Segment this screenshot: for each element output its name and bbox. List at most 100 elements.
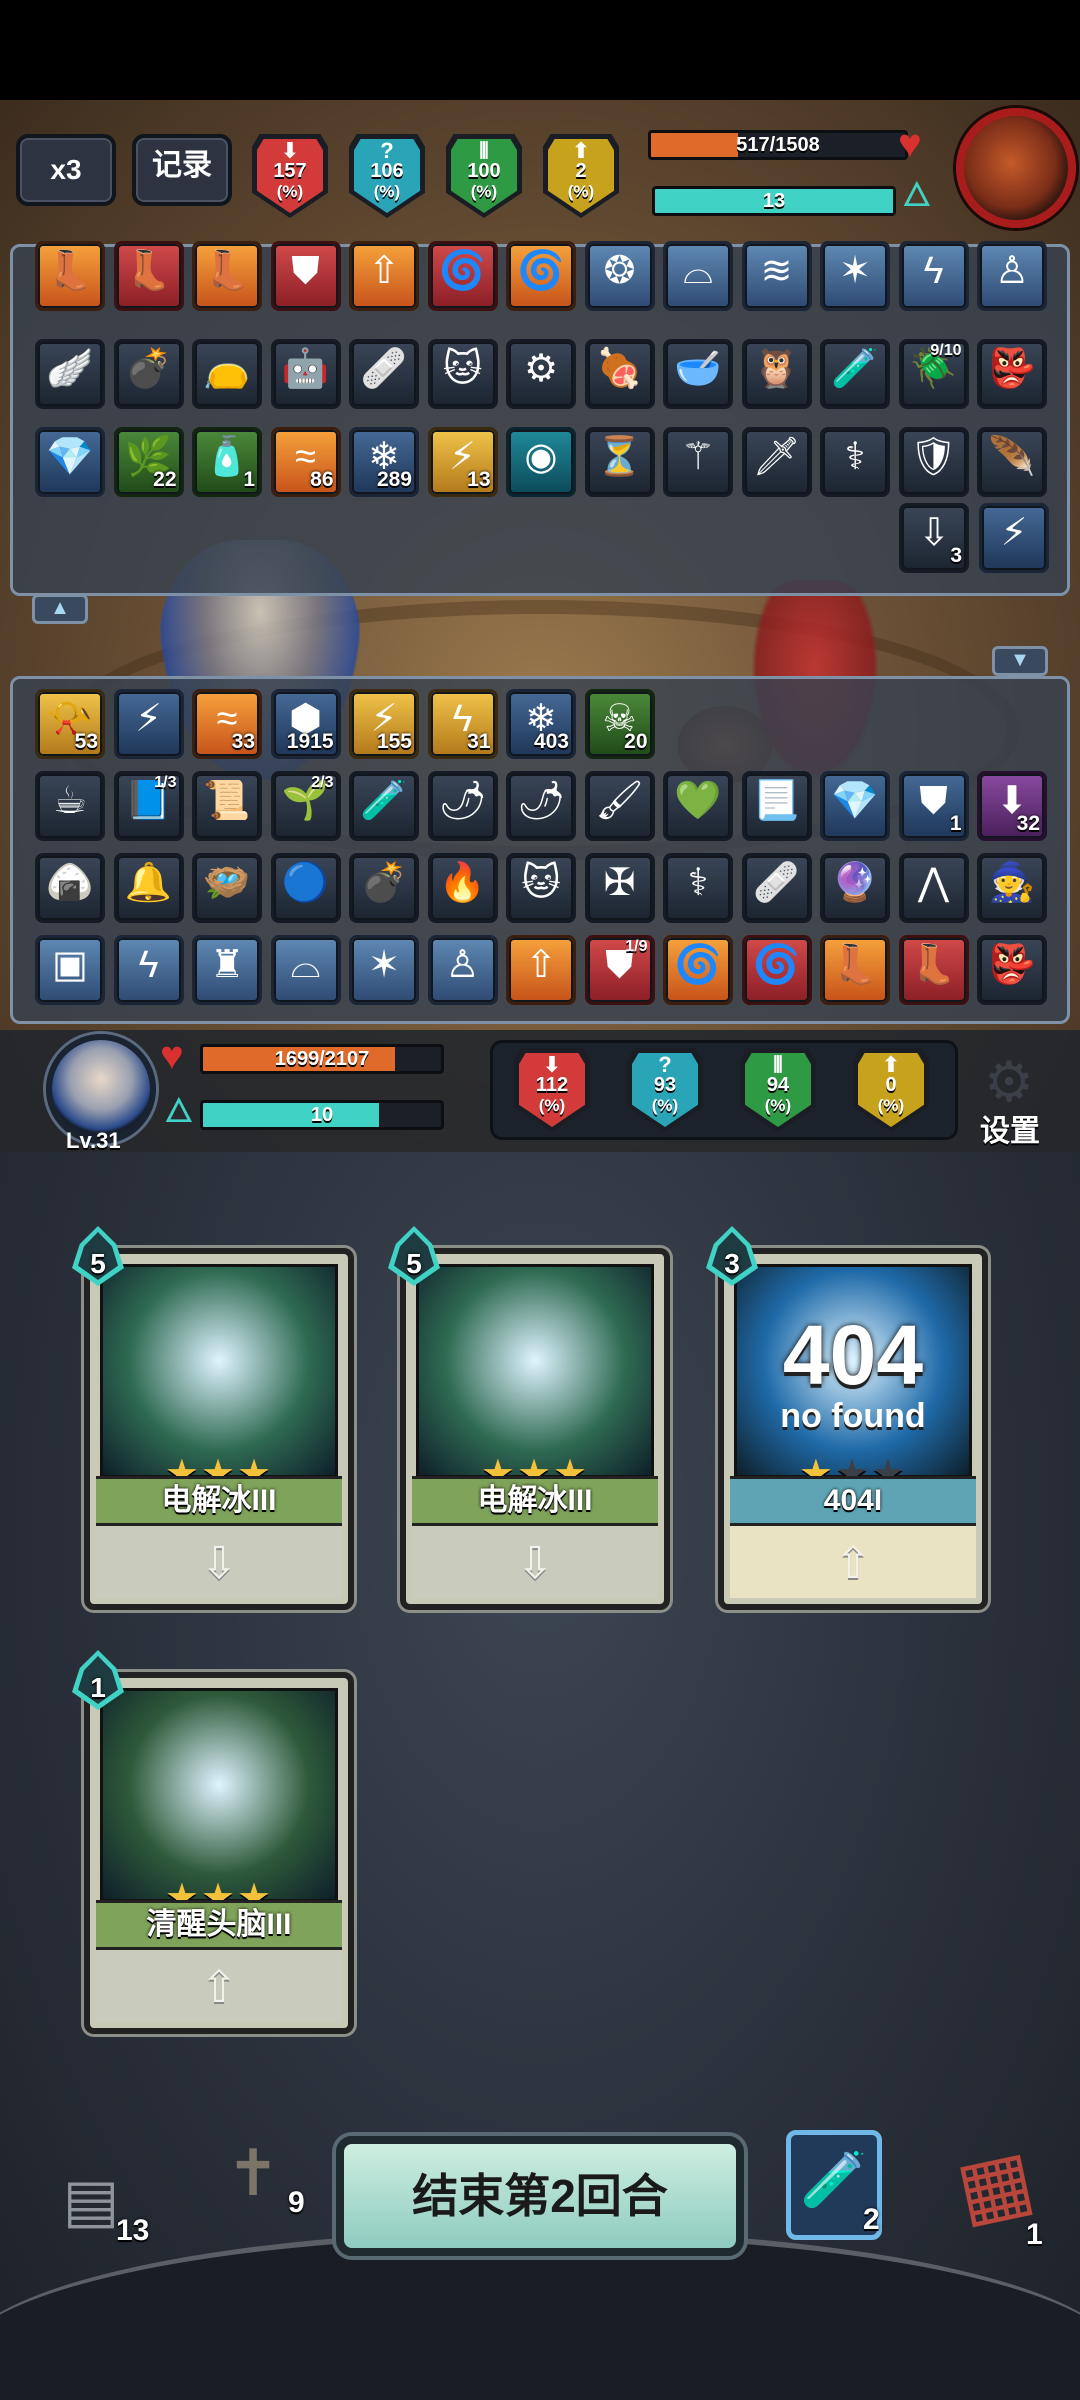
item-slot[interactable]: ⋀ xyxy=(898,853,969,923)
item-slot[interactable]: ⚙ xyxy=(506,339,576,409)
item-slot[interactable]: 🧪 xyxy=(820,339,890,409)
item-slot[interactable]: 🪲 9/10 xyxy=(898,339,969,409)
item-slot[interactable]: 🌀 xyxy=(427,241,498,311)
item-slot[interactable]: 🌱 2/3 xyxy=(270,771,341,841)
item-slot[interactable]: ⚚ xyxy=(663,427,733,497)
item-slot[interactable]: 👢 xyxy=(35,241,105,311)
item-slot[interactable]: ≋ xyxy=(741,241,812,311)
item-slot[interactable]: 👢 xyxy=(192,241,262,311)
item-slot[interactable]: 📜 xyxy=(192,771,262,841)
item-slot[interactable]: 🌀 xyxy=(506,241,576,311)
enemy-avatar[interactable] xyxy=(956,108,1076,228)
item-slot[interactable]: ⇩ 3 xyxy=(899,503,969,573)
item-slot[interactable]: ☠ 20 xyxy=(584,689,655,759)
item-slot[interactable]: ⚡ 13 xyxy=(427,427,498,497)
item-slot[interactable]: 👢 xyxy=(898,935,969,1005)
item-slot[interactable]: ✠ xyxy=(584,853,655,923)
hero-stat-2[interactable]: ⦀ 94 (%) xyxy=(740,1048,816,1132)
item-slot[interactable]: ❄ 289 xyxy=(349,427,419,497)
draw-pile[interactable]: ▤ 13 xyxy=(36,2166,150,2256)
item-slot[interactable]: 🔮 xyxy=(820,853,890,923)
item-slot[interactable]: 🗡 xyxy=(741,427,812,497)
item-slot[interactable]: 🌶 xyxy=(506,771,576,841)
item-slot[interactable]: 🖌 xyxy=(584,771,655,841)
item-slot[interactable]: 💎 xyxy=(35,427,105,497)
item-slot[interactable]: ✶ xyxy=(349,935,419,1005)
item-slot[interactable]: ⚡ xyxy=(113,689,184,759)
item-slot[interactable]: 💎 xyxy=(820,771,890,841)
item-slot[interactable]: 🛡 xyxy=(898,427,969,497)
item-slot[interactable]: 💚 xyxy=(663,771,733,841)
item-slot[interactable]: 🐱 xyxy=(427,339,498,409)
hero-stat-1[interactable]: ? 93 (%) xyxy=(627,1048,703,1132)
item-slot[interactable]: 🌀 xyxy=(663,935,733,1005)
hand-card[interactable]: 404 no found ★★★ 404I ⇧ 3 xyxy=(706,1226,988,1610)
item-slot[interactable]: 🦉 xyxy=(741,339,812,409)
item-slot[interactable]: 💣 xyxy=(113,339,184,409)
hand-card[interactable]: ★★★ 清醒头脑III ⇧ 1 xyxy=(72,1650,354,2034)
hero-stat-3[interactable]: ⬆ 0 (%) xyxy=(853,1048,929,1132)
settings-label[interactable]: 设置 xyxy=(980,1106,1040,1150)
item-slot[interactable]: ⇧ xyxy=(349,241,419,311)
item-slot[interactable]: ☕ xyxy=(35,771,105,841)
hand-card[interactable]: ★★★ 电解冰III ⇩ 5 xyxy=(388,1226,670,1610)
item-slot[interactable]: 🩹 xyxy=(349,339,419,409)
item-slot[interactable]: ϟ xyxy=(113,935,184,1005)
item-slot[interactable]: 📃 xyxy=(741,771,812,841)
item-slot[interactable]: ϟ 31 xyxy=(427,689,498,759)
enemy-stat-1[interactable]: ? 106 (%) xyxy=(349,134,425,218)
item-slot[interactable]: ▣ xyxy=(35,935,105,1005)
item-slot[interactable]: 🔵 xyxy=(270,853,341,923)
record-button[interactable]: 记录 xyxy=(132,134,232,206)
item-slot[interactable]: 🥣 xyxy=(663,339,733,409)
collapse-enemy-panel-button[interactable]: ▲ xyxy=(32,594,88,624)
item-slot[interactable]: ≈86 xyxy=(270,427,341,497)
enemy-stat-0[interactable]: ⬇ 157 (%) xyxy=(252,134,328,218)
item-slot[interactable]: ◉ xyxy=(506,427,576,497)
item-slot[interactable]: ✶ xyxy=(820,241,890,311)
item-slot[interactable]: 🍖 xyxy=(584,339,655,409)
item-slot[interactable]: ⇧ xyxy=(506,935,576,1005)
item-slot[interactable]: ❂ xyxy=(584,241,655,311)
item-slot[interactable]: 👢 xyxy=(820,935,890,1005)
item-slot[interactable]: 📘 1/3 xyxy=(113,771,184,841)
item-slot[interactable]: ϟ xyxy=(898,241,969,311)
hand-card[interactable]: ★★★ 电解冰III ⇩ 5 xyxy=(72,1226,354,1610)
item-slot[interactable]: ≈33 xyxy=(192,689,262,759)
item-slot[interactable]: ⚕ xyxy=(820,427,890,497)
item-slot[interactable]: 🧴 1 xyxy=(192,427,262,497)
item-slot[interactable]: 🪽 xyxy=(35,339,105,409)
item-slot[interactable]: ⌓ xyxy=(663,241,733,311)
item-slot[interactable]: 🍙 xyxy=(35,853,105,923)
hero-stat-0[interactable]: ⬇ 112 (%) xyxy=(514,1048,590,1132)
item-slot[interactable]: 📯 53 xyxy=(35,689,105,759)
item-slot[interactable]: 🪺 xyxy=(192,853,262,923)
item-slot[interactable]: 🧪 xyxy=(349,771,419,841)
item-slot[interactable]: 💣 xyxy=(349,853,419,923)
item-slot[interactable]: ⚕ xyxy=(663,853,733,923)
item-slot[interactable]: ♙ xyxy=(977,241,1047,311)
potion-slot[interactable]: 🧪 2 xyxy=(786,2130,882,2240)
item-slot[interactable]: ⛊ 1/9 xyxy=(584,935,655,1005)
item-slot[interactable]: ⛊ 1 xyxy=(898,771,969,841)
item-slot[interactable]: ♜ xyxy=(192,935,262,1005)
item-slot[interactable]: 🌶 xyxy=(427,771,498,841)
end-turn-button[interactable]: 结束第2回合 xyxy=(336,2136,744,2256)
item-slot[interactable]: ⚡ xyxy=(979,503,1049,573)
item-slot[interactable]: ⚡ 155 xyxy=(349,689,419,759)
item-slot[interactable]: 🔥 xyxy=(427,853,498,923)
item-slot[interactable]: ⏳ xyxy=(584,427,655,497)
item-slot[interactable]: ♙ xyxy=(427,935,498,1005)
item-slot[interactable]: 👺 xyxy=(977,935,1047,1005)
item-slot[interactable]: 👢 xyxy=(113,241,184,311)
item-slot[interactable]: ⬇ 32 xyxy=(977,771,1047,841)
item-slot[interactable]: ⛊ xyxy=(270,241,341,311)
item-slot[interactable]: 👝 xyxy=(192,339,262,409)
item-slot[interactable]: 🐱 xyxy=(506,853,576,923)
item-slot[interactable]: ⌓ xyxy=(270,935,341,1005)
item-slot[interactable]: 👺 xyxy=(977,339,1047,409)
enemy-stat-3[interactable]: ⬆ 2 (%) xyxy=(543,134,619,218)
item-slot[interactable]: 🩹 xyxy=(741,853,812,923)
item-slot[interactable]: 🔔 xyxy=(113,853,184,923)
item-slot[interactable]: ⬢ 1915 xyxy=(270,689,341,759)
